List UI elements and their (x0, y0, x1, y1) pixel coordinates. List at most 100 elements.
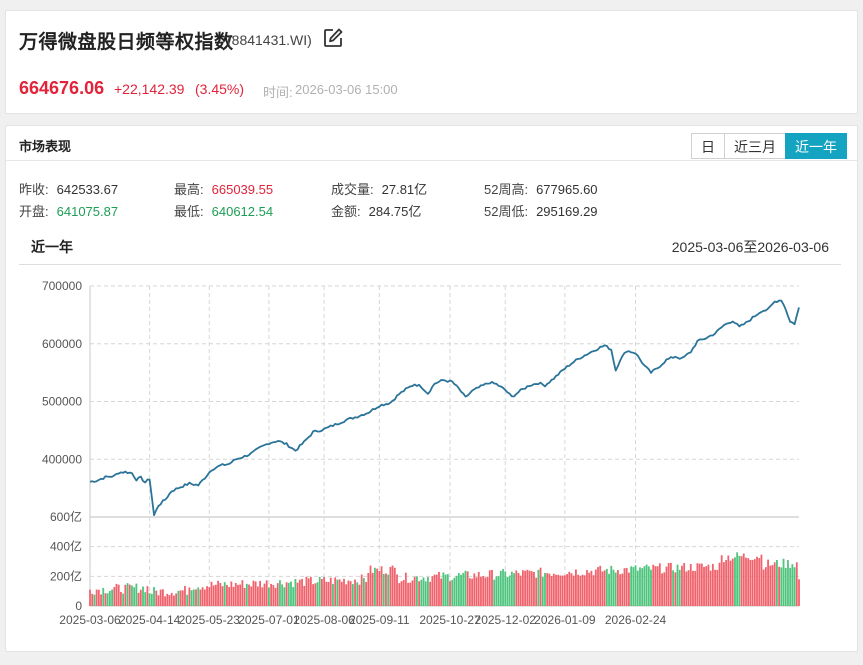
volume-bar (184, 585, 186, 606)
volume-bar (632, 567, 635, 606)
volume-bar (175, 593, 178, 606)
volume-bar (117, 584, 120, 606)
volume-bar (555, 574, 557, 606)
volume-bar (334, 577, 337, 606)
volume-bar (89, 589, 91, 606)
volume-bar (122, 593, 125, 606)
volume-bar (504, 571, 507, 606)
volume-bar (144, 592, 147, 606)
volume-bar (296, 582, 299, 606)
volume-bar (385, 573, 387, 606)
volume-bar (466, 571, 469, 606)
volume-bar (678, 569, 681, 606)
volume-bar (586, 570, 588, 606)
volume-bar (636, 570, 639, 606)
price-change-percent: (3.45%) (195, 81, 245, 97)
volume-bar (95, 589, 98, 606)
volume-bar (572, 575, 575, 606)
volume-bar (195, 589, 197, 606)
volume-bar (698, 563, 701, 606)
volume-bar (749, 559, 752, 606)
volume-bar (435, 574, 438, 606)
volume-bar (566, 574, 568, 606)
volume-bar (577, 574, 580, 606)
volume-bar (623, 568, 626, 606)
volume-bar (707, 564, 710, 606)
volume-bar (181, 590, 184, 606)
volume-tick-label: 0 (75, 599, 82, 613)
price-tick-label: 600000 (42, 337, 82, 351)
volume-bar (762, 569, 765, 606)
volume-bar (418, 581, 420, 606)
volume-bar (776, 560, 778, 606)
volume-bar (120, 591, 122, 606)
volume-bar (546, 573, 549, 606)
volume-bar (773, 562, 776, 606)
volume-bar (387, 574, 390, 606)
volume-bar (318, 576, 321, 606)
volume-bar (718, 562, 721, 606)
volume-bar (173, 595, 175, 606)
volume-bar (265, 580, 268, 606)
volume-bar (113, 587, 116, 606)
volume-bar (522, 570, 524, 606)
volume-bar (601, 571, 604, 606)
time-value: 2026-03-06 15:00 (295, 82, 398, 97)
volume-bar (570, 573, 573, 606)
volume-bar (131, 585, 133, 606)
volume-bar (239, 584, 242, 606)
volume-bar (709, 570, 712, 606)
volume-bar (667, 563, 670, 606)
volume-bar (354, 579, 356, 606)
price-tick-label: 500000 (42, 395, 82, 409)
volume-bar (329, 577, 332, 606)
volume-bar (524, 570, 527, 606)
volume-bar (250, 586, 253, 606)
volume-bar (226, 584, 228, 606)
volume-bar (687, 570, 690, 606)
date-tick-label: 2025-04-14 (119, 613, 181, 627)
volume-bar (612, 569, 615, 606)
volume-bar (760, 554, 763, 606)
volume-bar (513, 573, 515, 606)
volume-bar (254, 581, 257, 606)
volume-bar (650, 569, 652, 606)
volume-bar (429, 581, 432, 606)
volume-bar (259, 580, 261, 606)
volume-bar (219, 583, 222, 606)
volume-bar (559, 575, 562, 606)
volume-bar (798, 579, 800, 606)
volume-bar (431, 576, 434, 606)
volume-bar (108, 590, 111, 606)
volume-bar (190, 590, 193, 606)
volume-bar (541, 576, 544, 606)
volume-bar (312, 584, 314, 606)
volume-bar (413, 576, 416, 606)
index-code: (8841431.WI) (227, 32, 312, 48)
volume-bar (243, 587, 246, 606)
volume-bar (480, 576, 482, 606)
volume-bar (380, 566, 383, 606)
volume-bar (694, 570, 697, 606)
volume-bar (305, 576, 308, 606)
volume-bar (221, 586, 224, 606)
volume-bar (793, 567, 796, 606)
volume-bar (592, 575, 595, 606)
volume-bar (563, 575, 566, 606)
volume-bar (703, 566, 705, 606)
volume-bar (398, 583, 401, 606)
edit-icon[interactable] (322, 27, 344, 49)
volume-bar (106, 593, 109, 606)
volume-bar (365, 581, 367, 606)
volume-bar (550, 576, 553, 606)
price-change: +22,142.39 (114, 81, 185, 97)
volume-bar (493, 579, 496, 606)
volume-bar (442, 572, 445, 606)
volume-bar (338, 579, 341, 606)
volume-bar (161, 589, 164, 606)
volume-bar (625, 567, 628, 606)
volume-bar (252, 580, 255, 606)
volume-bar (705, 566, 708, 606)
volume-bar (124, 584, 127, 606)
volume-bar (139, 589, 142, 606)
